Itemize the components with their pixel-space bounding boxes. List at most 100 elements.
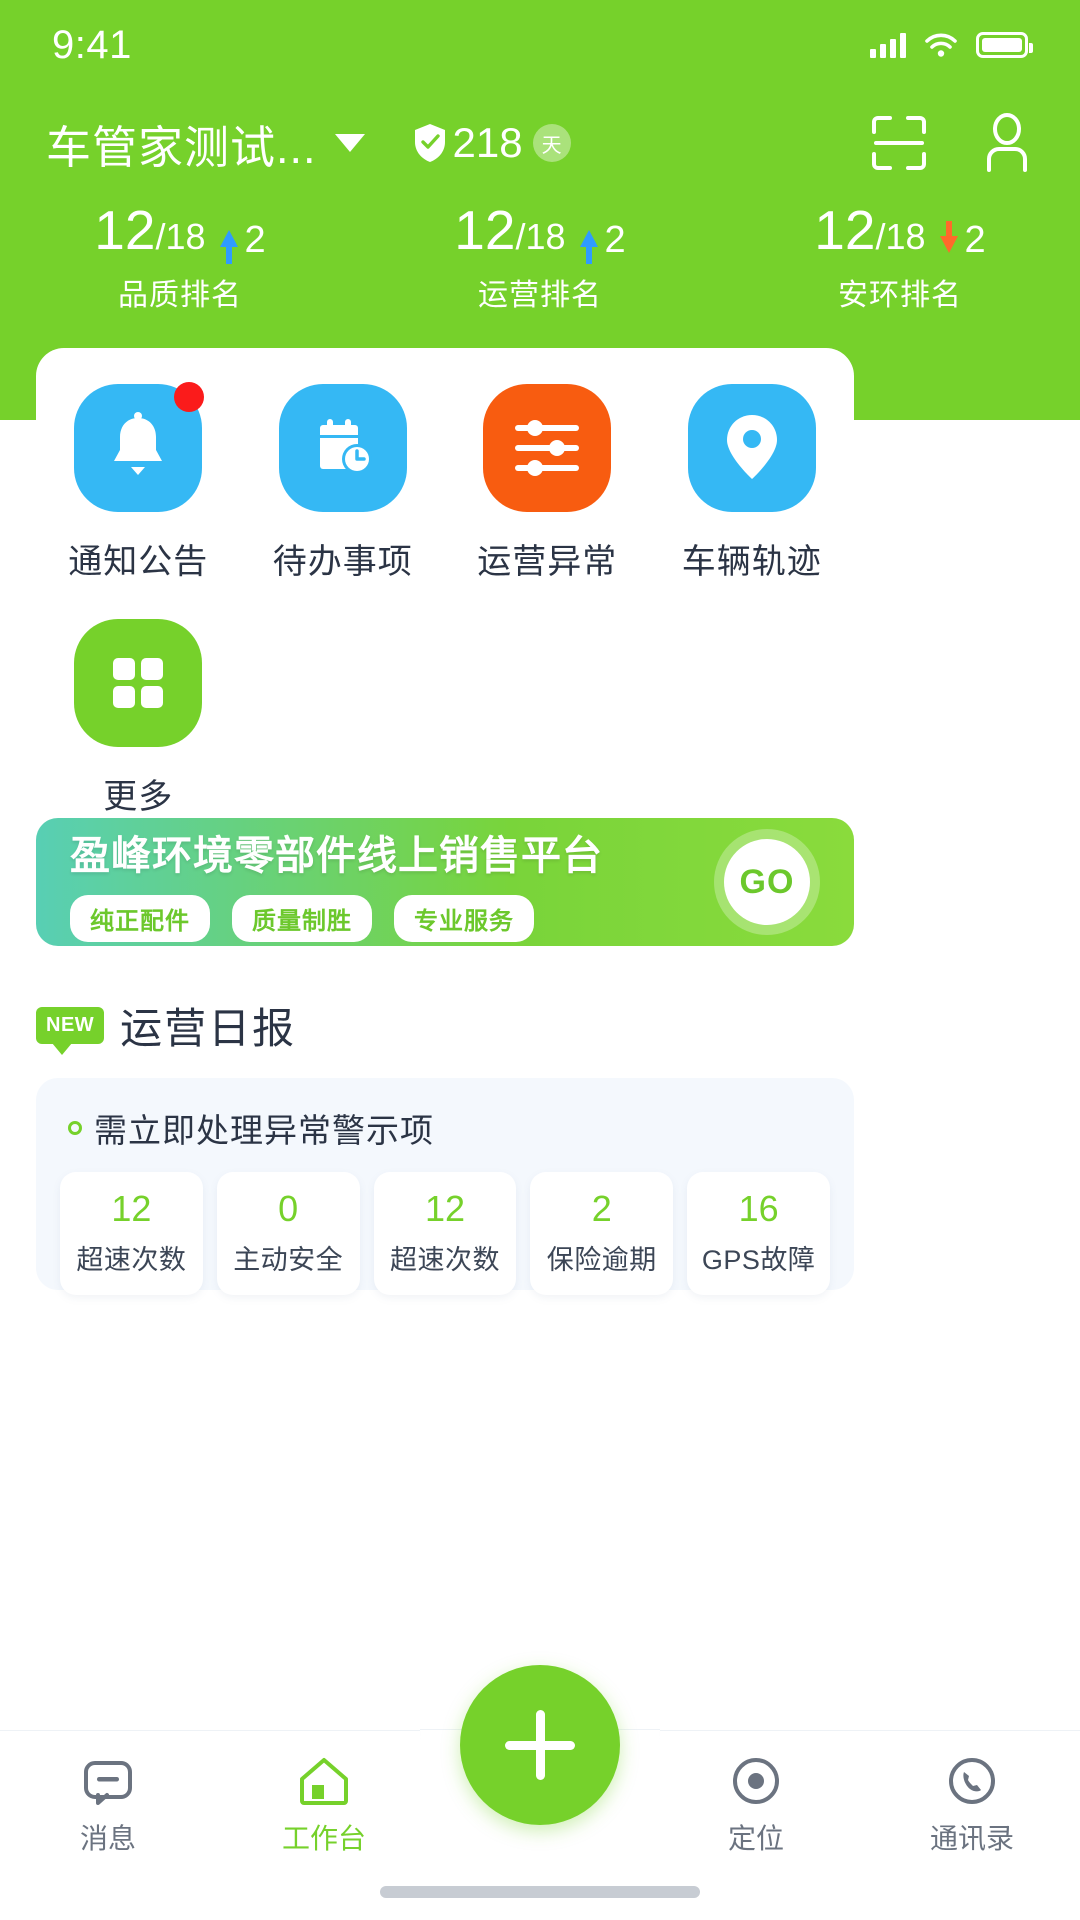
quick-actions-card: 通知公告 待办事项 运营异常 车辆轨迹 更多 — [36, 348, 854, 816]
ranking-value: 12 — [814, 199, 876, 261]
quick-actions-grid: 通知公告 待办事项 运营异常 车辆轨迹 更多 — [36, 348, 854, 854]
report-title: 运营日报 — [120, 1005, 297, 1052]
warning-panel-heading: 需立即处理异常警示项 — [94, 1112, 434, 1149]
ranking-label: 安环排名 — [838, 279, 962, 312]
promo-tag: 纯正配件 — [70, 894, 210, 942]
promo-banner-title: 盈峰环境零部件线上销售平台 — [70, 833, 603, 878]
quick-action-label: 运营异常 — [477, 543, 618, 581]
promo-tag: 专业服务 — [394, 894, 534, 942]
ranking-delta: 2 — [244, 219, 266, 261]
bottom-tab-bar: 消息 工作台 定位 通讯录 — [0, 1665, 1080, 1920]
quick-action-todo[interactable]: 待办事项 — [241, 384, 446, 583]
quick-action-more[interactable]: 更多 — [36, 619, 241, 818]
ranking-value: 12 — [454, 199, 516, 261]
ranking-total: 18 — [525, 216, 566, 257]
quick-action-operation-exception[interactable]: 运营异常 — [445, 384, 650, 583]
stat-card[interactable]: 12 超速次数 — [60, 1172, 203, 1295]
bullet-dot-icon — [68, 1121, 82, 1135]
stat-label: 超速次数 — [389, 1245, 500, 1275]
trend-up-icon — [219, 230, 238, 264]
tab-label: 工作台 — [281, 1823, 366, 1854]
wifi-icon — [924, 32, 958, 58]
promo-banner-content: 盈峰环境零部件线上销售平台 纯正配件 质量制胜 专业服务 — [70, 823, 714, 942]
add-button[interactable] — [460, 1665, 620, 1825]
stat-label: GPS故障 — [701, 1245, 816, 1275]
ranking-total: 18 — [885, 216, 926, 257]
warning-panel: 需立即处理异常警示项 12 超速次数 0 主动安全 12 超速次数 2 保险逾期… — [36, 1078, 854, 1295]
quick-action-vehicle-track[interactable]: 车辆轨迹 — [650, 384, 855, 583]
header-actions — [870, 113, 1034, 173]
stat-label: 保险逾期 — [546, 1245, 657, 1275]
promo-tag: 质量制胜 — [232, 894, 372, 942]
stat-card-row: 12 超速次数 0 主动安全 12 超速次数 2 保险逾期 16 GPS故障 — [60, 1172, 830, 1295]
new-badge: NEW — [36, 1007, 105, 1055]
ranking-item-quality[interactable]: 12 / 18 2 品质排名 — [0, 198, 360, 314]
stat-card[interactable]: 2 保险逾期 — [530, 1172, 674, 1295]
tab-label: 定位 — [727, 1823, 784, 1854]
signal-bars-icon — [870, 32, 906, 58]
plus-icon — [535, 1710, 545, 1780]
promo-go-label: GO — [724, 839, 810, 925]
tab-label: 消息 — [79, 1823, 136, 1854]
stat-card[interactable]: 12 超速次数 — [373, 1172, 517, 1295]
shield-check-icon — [413, 123, 447, 163]
ranking-value: 12 — [94, 199, 156, 261]
quick-action-notice[interactable]: 通知公告 — [36, 382, 241, 583]
subscription-days[interactable]: 218 天 — [413, 119, 571, 167]
header-title-row: 车管家测试... 218 天 — [0, 98, 1080, 188]
trend-up-icon — [579, 230, 598, 264]
days-value: 218 — [452, 119, 523, 166]
stat-card[interactable]: 0 主动安全 — [216, 1172, 360, 1295]
tab-contacts[interactable]: 通讯录 — [864, 1755, 1080, 1857]
stat-value: 2 — [591, 1188, 612, 1229]
chevron-down-icon[interactable] — [334, 134, 365, 152]
home-workbench-icon — [298, 1755, 350, 1807]
chat-message-icon — [82, 1755, 134, 1807]
tab-workbench[interactable]: 工作台 — [216, 1755, 432, 1857]
ranking-delta: 2 — [964, 219, 986, 261]
status-bar: 9:41 — [0, 0, 1080, 90]
quick-action-label: 通知公告 — [68, 543, 209, 581]
report-header: NEW 运营日报 — [36, 995, 296, 1056]
ranking-item-operation[interactable]: 12 / 18 2 运营排名 — [360, 198, 720, 314]
ranking-delta: 2 — [604, 219, 626, 261]
sliders-icon — [483, 384, 612, 512]
stat-value: 12 — [111, 1188, 152, 1229]
map-pin-icon — [687, 384, 816, 512]
ranking-total: 18 — [165, 216, 206, 257]
ranking-item-safety[interactable]: 12 / 18 2 安环排名 — [720, 198, 1080, 314]
promo-banner[interactable]: 盈峰环境零部件线上销售平台 纯正配件 质量制胜 专业服务 GO — [36, 818, 854, 946]
home-indicator — [380, 1886, 700, 1898]
scan-qr-icon[interactable] — [870, 114, 928, 172]
company-name[interactable]: 车管家测试... — [46, 111, 317, 176]
stat-value: 0 — [278, 1188, 299, 1229]
quick-action-label: 更多 — [103, 778, 174, 816]
app-screen: 9:41 车管家测试... 218 天 12 / 18 2 品质排名 12 / … — [0, 0, 1080, 1920]
promo-banner-tags: 纯正配件 质量制胜 专业服务 — [70, 894, 714, 942]
battery-icon — [976, 32, 1033, 58]
ranking-label: 品质排名 — [118, 279, 242, 312]
ranking-label: 运营排名 — [478, 279, 602, 312]
tab-location[interactable]: 定位 — [648, 1755, 864, 1857]
grid-squares-icon — [74, 619, 203, 747]
location-target-icon — [730, 1755, 782, 1807]
stat-value: 12 — [424, 1188, 466, 1229]
stat-value: 16 — [738, 1188, 779, 1229]
quick-action-label: 待办事项 — [272, 543, 413, 581]
calendar-clock-icon — [278, 384, 407, 512]
ranking-row: 12 / 18 2 品质排名 12 / 18 2 运营排名 12 / 18 2 … — [0, 198, 1080, 314]
stat-card[interactable]: 16 GPS故障 — [687, 1172, 830, 1295]
status-time: 9:41 — [52, 22, 132, 67]
promo-go-button[interactable]: GO — [714, 829, 820, 935]
trend-down-icon — [939, 221, 958, 253]
warning-panel-header: 需立即处理异常警示项 — [60, 1104, 830, 1152]
stat-label: 主动安全 — [233, 1245, 344, 1275]
tab-label: 通讯录 — [929, 1823, 1014, 1854]
notification-badge-dot — [174, 382, 205, 412]
tab-messages[interactable]: 消息 — [0, 1755, 216, 1857]
ranking-separator: / — [875, 216, 886, 257]
stat-label: 超速次数 — [76, 1245, 187, 1275]
user-profile-icon[interactable] — [980, 113, 1034, 173]
status-icons — [870, 32, 1033, 58]
phone-contacts-icon — [946, 1755, 998, 1807]
